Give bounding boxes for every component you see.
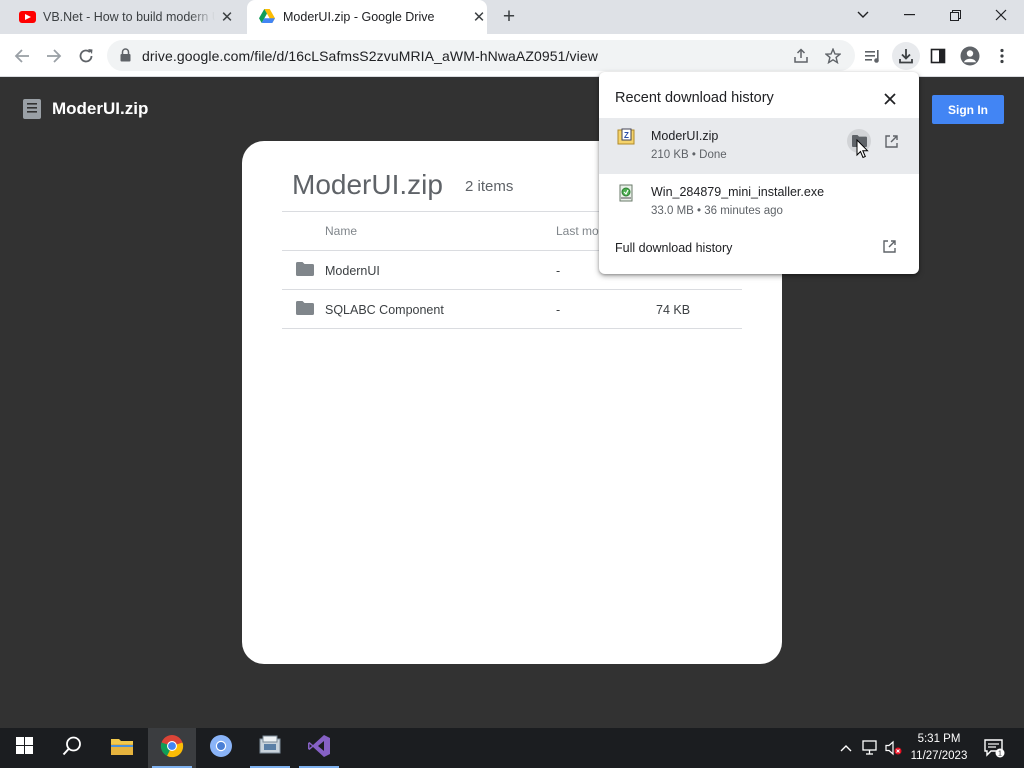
search-icon bbox=[62, 736, 82, 761]
zip-file-icon: Z bbox=[617, 128, 635, 151]
download-history-bubble: Recent download history Z ModerUI.zip 21… bbox=[599, 72, 919, 274]
forward-button[interactable] bbox=[41, 43, 67, 69]
tab-search-chevron-icon[interactable] bbox=[840, 0, 886, 30]
row-name: ModernUI bbox=[325, 264, 380, 278]
google-drive-icon bbox=[259, 8, 275, 26]
url-text[interactable]: drive.google.com/file/d/16cLSafmsS2zvuMR… bbox=[142, 48, 598, 64]
reload-button[interactable] bbox=[73, 43, 99, 69]
clock-date: 11/27/2023 bbox=[910, 750, 968, 762]
installer-app-icon bbox=[258, 735, 282, 762]
tab-title: ModerUI.zip - Google Drive bbox=[283, 10, 435, 24]
side-panel-icon[interactable] bbox=[924, 42, 952, 70]
column-header-last-modified[interactable]: Last mo bbox=[556, 224, 599, 238]
tab-google-drive[interactable]: ModerUI.zip - Google Drive ✕ bbox=[247, 0, 487, 34]
visual-studio-taskbar-button[interactable] bbox=[295, 728, 343, 768]
download-item-moderui-zip[interactable]: Z ModerUI.zip 210 KB • Done bbox=[599, 118, 919, 174]
row-modified: - bbox=[556, 264, 561, 278]
tab-strip: VB.Net - How to build modern UI ✕ ModerU… bbox=[0, 0, 1024, 34]
divider bbox=[282, 328, 742, 329]
open-external-icon[interactable] bbox=[879, 129, 903, 153]
notifications-icon[interactable]: 1 bbox=[982, 738, 1006, 758]
row-size: 74 KB bbox=[656, 303, 691, 317]
bookmark-star-icon[interactable] bbox=[823, 46, 843, 66]
back-button[interactable] bbox=[9, 43, 35, 69]
show-hidden-icons-chevron-icon[interactable] bbox=[836, 738, 856, 758]
file-title: ModerUI.zip bbox=[52, 99, 149, 118]
download-file-name: ModerUI.zip bbox=[651, 129, 719, 143]
folder-icon bbox=[296, 262, 314, 281]
network-icon[interactable] bbox=[861, 738, 881, 758]
minimize-button[interactable] bbox=[886, 0, 932, 30]
download-file-meta: 210 KB • Done bbox=[651, 149, 727, 161]
panel-title: ModerUI.zip bbox=[292, 169, 443, 200]
notification-count: 1 bbox=[998, 751, 1002, 758]
tab-close-icon[interactable]: ✕ bbox=[219, 9, 235, 26]
browser-toolbar: drive.google.com/file/d/16cLSafmsS2zvuMR… bbox=[0, 34, 1024, 77]
file-explorer-icon bbox=[110, 736, 134, 761]
profile-avatar-icon[interactable] bbox=[956, 42, 984, 70]
download-item-installer[interactable]: Win_284879_mini_installer.exe 33.0 MB • … bbox=[599, 174, 919, 230]
folder-icon bbox=[296, 301, 314, 320]
media-controls-icon[interactable] bbox=[859, 42, 887, 70]
close-icon[interactable] bbox=[881, 90, 899, 108]
column-header-name[interactable]: Name bbox=[325, 224, 357, 238]
tab-title: VB.Net - How to build modern UI bbox=[43, 10, 215, 24]
download-file-meta: 33.0 MB • 36 minutes ago bbox=[651, 205, 783, 217]
chrome-taskbar-button[interactable] bbox=[148, 728, 196, 768]
tab-close-icon[interactable]: ✕ bbox=[471, 9, 487, 26]
mouse-cursor-icon bbox=[856, 138, 869, 164]
menu-kebab-icon[interactable] bbox=[988, 42, 1016, 70]
chrome-icon bbox=[160, 734, 184, 763]
download-file-name: Win_284879_mini_installer.exe bbox=[651, 185, 825, 199]
system-clock[interactable]: 5:31 PM 11/27/2023 bbox=[903, 731, 975, 765]
share-icon[interactable] bbox=[791, 46, 811, 66]
restore-button[interactable] bbox=[932, 0, 978, 30]
downloads-icon[interactable] bbox=[892, 42, 920, 70]
chromium-icon bbox=[209, 734, 233, 763]
clock-time: 5:31 PM bbox=[917, 733, 961, 745]
close-window-button[interactable] bbox=[978, 0, 1024, 30]
svg-text:Z: Z bbox=[624, 131, 629, 140]
sign-in-button[interactable]: Sign In bbox=[932, 95, 1004, 124]
row-modified: - bbox=[556, 303, 561, 317]
full-download-history-link[interactable]: Full download history bbox=[615, 241, 732, 255]
start-button[interactable] bbox=[0, 728, 48, 768]
table-row[interactable]: SQLABC Component - 74 KB bbox=[282, 289, 742, 328]
new-tab-button[interactable]: + bbox=[498, 6, 520, 28]
visual-studio-icon bbox=[307, 734, 331, 763]
installer-file-icon bbox=[617, 184, 635, 207]
windows-logo-icon bbox=[15, 737, 33, 759]
item-count: 2 items bbox=[465, 178, 514, 195]
file-explorer-button[interactable] bbox=[98, 728, 146, 768]
windows-taskbar: 5:31 PM 11/27/2023 1 bbox=[0, 728, 1024, 768]
tab-youtube[interactable]: VB.Net - How to build modern UI ✕ bbox=[0, 0, 246, 34]
volume-muted-icon[interactable] bbox=[884, 738, 904, 758]
lock-icon[interactable] bbox=[120, 48, 131, 67]
youtube-icon bbox=[19, 11, 36, 23]
search-button[interactable] bbox=[48, 728, 96, 768]
archive-file-icon bbox=[23, 99, 41, 124]
download-bubble-title: Recent download history bbox=[615, 90, 774, 106]
row-name: SQLABC Component bbox=[325, 303, 444, 317]
open-external-icon[interactable] bbox=[883, 240, 896, 258]
address-bar[interactable]: drive.google.com/file/d/16cLSafmsS2zvuMR… bbox=[107, 40, 855, 71]
chromium-taskbar-button[interactable] bbox=[197, 728, 245, 768]
installer-taskbar-button[interactable] bbox=[246, 728, 294, 768]
